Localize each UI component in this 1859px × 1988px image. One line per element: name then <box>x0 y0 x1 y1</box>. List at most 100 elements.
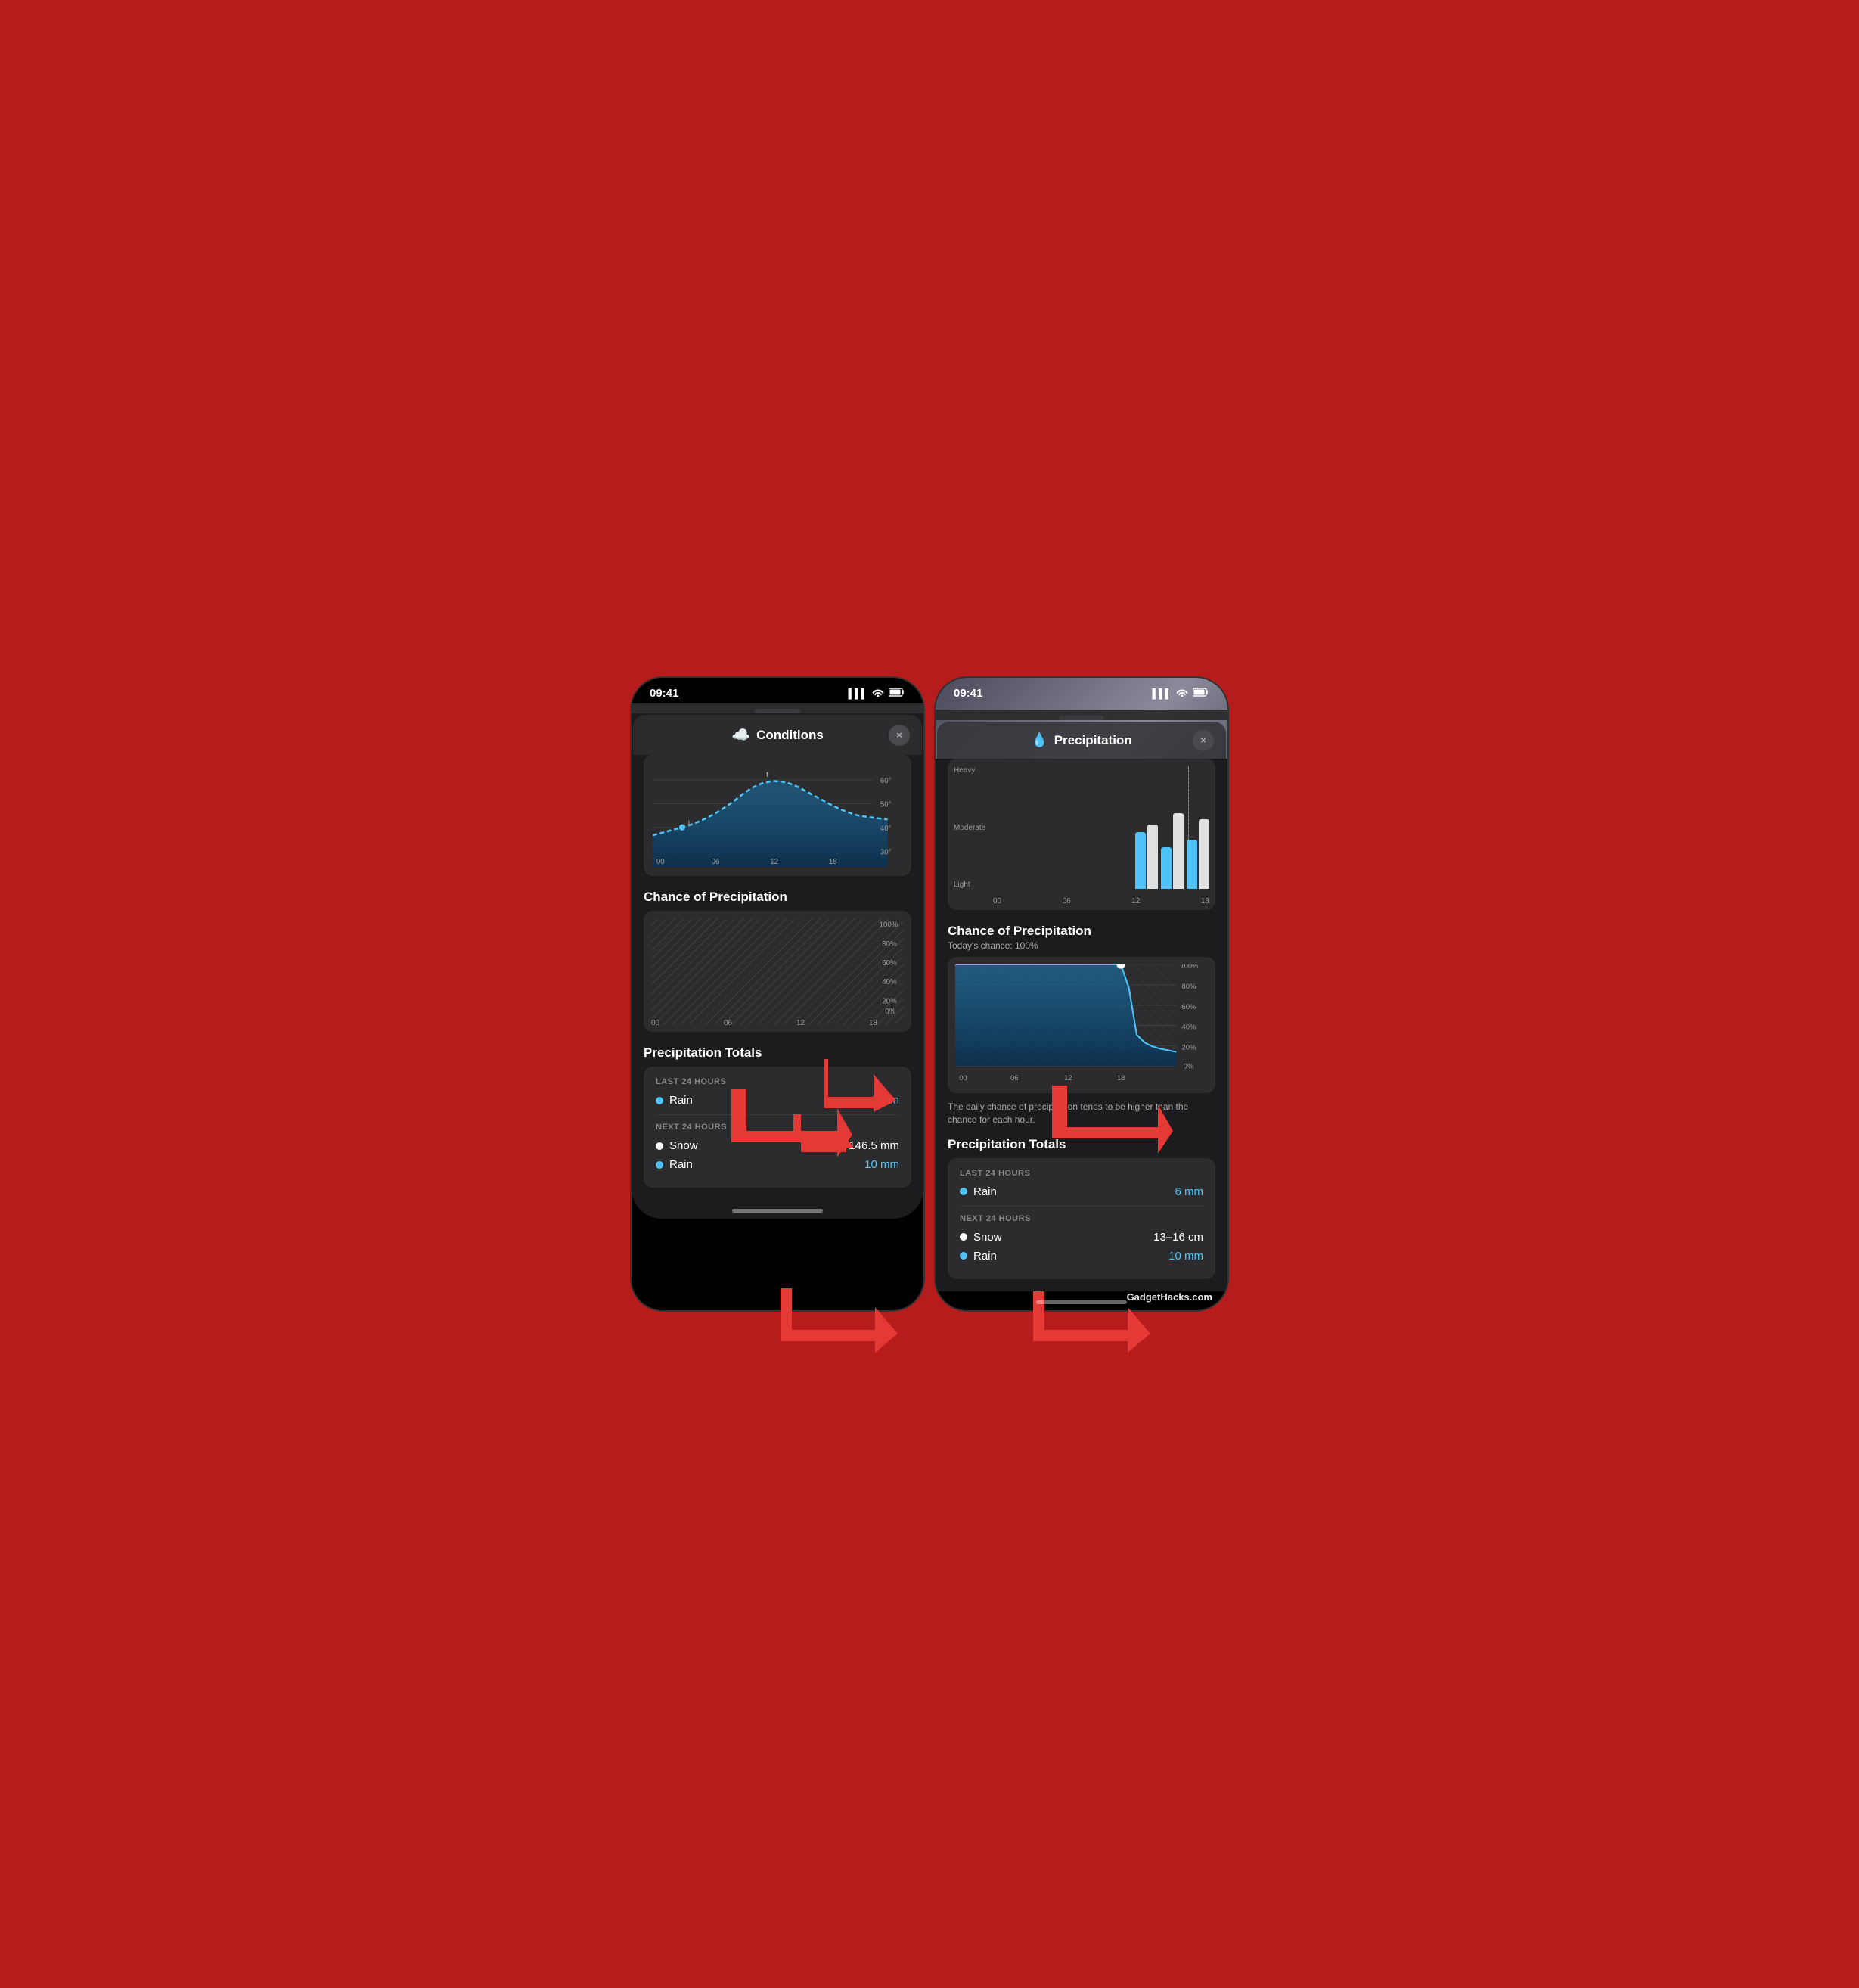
right-status-icons: ▌▌▌ <box>1152 687 1209 700</box>
left-precip-title: Chance of Precipitation <box>644 890 911 905</box>
left-precip-y-axis: 100% 80% 60% 40% 20% 0% <box>879 918 905 1014</box>
right-bar-chart: Heavy Moderate Light <box>948 759 1215 910</box>
bar-blue-1 <box>1135 832 1146 889</box>
right-rain-label: Rain <box>973 1185 997 1198</box>
svg-text:100%: 100% <box>880 921 898 930</box>
left-status-icons: ▌▌▌ <box>848 687 905 700</box>
left-close-button[interactable]: × <box>889 725 910 746</box>
right-time: 09:41 <box>954 687 982 700</box>
right-precip-chance-chart: 100% 80% 60% 40% 20% 0% 00 06 12 18 <box>948 957 1215 1093</box>
right-rain-left: Rain <box>960 1185 997 1198</box>
bar-y-moderate: Moderate <box>954 824 985 832</box>
right-snow-left: Snow <box>960 1231 1002 1244</box>
right-rain-row-next: Rain 10 mm <box>960 1250 1203 1263</box>
wifi-icon <box>872 687 884 700</box>
right-modal-header: 💧 Precipitation × <box>937 722 1226 759</box>
right-modal-title: Precipitation <box>1054 733 1132 748</box>
svg-text:40%: 40% <box>1182 1024 1196 1031</box>
right-modal-title-container: 💧 Precipitation <box>1031 732 1131 748</box>
right-close-icon: × <box>1200 735 1206 746</box>
left-home-indicator <box>732 1209 823 1213</box>
scroll-handle <box>755 709 800 713</box>
battery-icon <box>889 687 905 700</box>
bar-white-3 <box>1199 819 1209 889</box>
left-rain2-dot <box>656 1161 663 1169</box>
bar-blue-2 <box>1161 847 1172 889</box>
right-last24-label: LAST 24 HOURS <box>960 1169 1203 1178</box>
left-status-bar: 09:41 ▌▌▌ <box>632 678 923 703</box>
left-precip-x-axis: 00 06 12 18 <box>651 1019 877 1027</box>
svg-text:0%: 0% <box>885 1008 895 1014</box>
bar-group-1 <box>1135 825 1158 889</box>
right-battery-icon <box>1193 687 1209 700</box>
right-phone-content: 💧 Precipitation × Heavy Moderate Light <box>936 710 1227 1304</box>
right-bar-x-labels: 00 06 12 18 <box>993 897 1209 905</box>
right-bar-y-labels: Heavy Moderate Light <box>954 766 985 889</box>
svg-text:06: 06 <box>712 858 720 866</box>
svg-text:L: L <box>688 820 693 828</box>
svg-text:50°: 50° <box>880 800 892 809</box>
svg-text:⬆: ⬆ <box>765 772 771 778</box>
left-snow-label: Snow <box>669 1139 698 1152</box>
left-temp-chart: L ⬆ 60° 50° 40° 30° 00 06 12 18 <box>644 755 911 876</box>
left-phone-content: ☁️ Conditions × <box>632 703 923 1219</box>
right-phone: 09:41 ▌▌▌ <box>934 676 1229 1312</box>
left-rain-left: Rain <box>656 1094 693 1107</box>
svg-text:20%: 20% <box>1182 1044 1196 1051</box>
svg-text:60%: 60% <box>882 959 897 968</box>
temp-chart-svg: L ⬆ 60° 50° 40° 30° 00 06 12 18 <box>653 764 902 867</box>
right-rain2-value: 10 mm <box>1168 1250 1203 1263</box>
left-modal-body: L ⬆ 60° 50° 40° 30° 00 06 12 18 <box>632 755 923 1200</box>
svg-text:80%: 80% <box>882 940 897 949</box>
bar-chart-inner <box>993 766 1209 889</box>
close-icon: × <box>896 729 902 741</box>
right-rain-row-last: Rain 6 mm <box>960 1185 1203 1198</box>
svg-text:18: 18 <box>829 858 837 866</box>
right-modal-body: Heavy Moderate Light <box>936 759 1227 1291</box>
left-time: 09:41 <box>650 687 678 700</box>
drop-icon: 💧 <box>1031 732 1047 748</box>
right-precip-chance-title: Chance of Precipitation <box>948 924 1215 939</box>
left-modal-title-container: ☁️ Conditions <box>731 725 824 744</box>
left-rain2-value: 10 mm <box>864 1158 899 1171</box>
left-precip-chart: 100% 80% 60% 40% 20% 0% 00 06 12 18 <box>644 911 911 1032</box>
right-scroll-handle <box>1059 716 1104 720</box>
left-rain-dot <box>656 1097 663 1104</box>
bars-container <box>993 766 1209 889</box>
right-precip-svg: 100% 80% 60% 40% 20% 0% 00 06 12 18 <box>955 964 1208 1086</box>
bar-y-light: Light <box>954 881 985 889</box>
svg-text:00: 00 <box>959 1074 967 1082</box>
right-rain2-left: Rain <box>960 1250 997 1263</box>
bar-group-2 <box>1161 813 1184 889</box>
svg-text:40°: 40° <box>880 825 892 833</box>
svg-text:18: 18 <box>1117 1074 1125 1082</box>
right-snow-dot <box>960 1233 967 1241</box>
svg-text:12: 12 <box>1064 1074 1072 1082</box>
right-close-button[interactable]: × <box>1193 730 1214 751</box>
right-next24-label: NEXT 24 HOURS <box>960 1214 1203 1223</box>
left-snow-row: Snow 146.5 mm <box>656 1139 899 1152</box>
right-signal-icon: ▌▌▌ <box>1152 688 1172 699</box>
bar-blue-3 <box>1187 840 1197 889</box>
svg-text:100%: 100% <box>1180 964 1198 970</box>
right-rain2-dot <box>960 1252 967 1260</box>
left-phone: 09:41 ▌▌▌ <box>630 676 925 1312</box>
right-snow-label: Snow <box>973 1231 1002 1244</box>
left-snow-value: 146.5 mm <box>849 1139 899 1152</box>
svg-text:0%: 0% <box>1184 1063 1194 1070</box>
left-snow-dot <box>656 1142 663 1150</box>
right-rain-dot <box>960 1188 967 1195</box>
signal-icon: ▌▌▌ <box>848 688 867 699</box>
right-totals-title: Precipitation Totals <box>948 1137 1215 1152</box>
svg-text:40%: 40% <box>882 978 897 986</box>
left-hatched-bg <box>651 918 904 1024</box>
right-snow-value: 13–16 cm <box>1153 1231 1203 1244</box>
left-rain2-left: Rain <box>656 1158 693 1171</box>
bar-white-2 <box>1173 813 1184 889</box>
left-modal-title: Conditions <box>756 728 824 743</box>
svg-text:60°: 60° <box>880 777 892 785</box>
right-rain-value: 6 mm <box>1175 1185 1204 1198</box>
left-totals-title: Precipitation Totals <box>644 1045 911 1061</box>
svg-text:06: 06 <box>1010 1074 1018 1082</box>
bar-y-heavy: Heavy <box>954 766 985 775</box>
